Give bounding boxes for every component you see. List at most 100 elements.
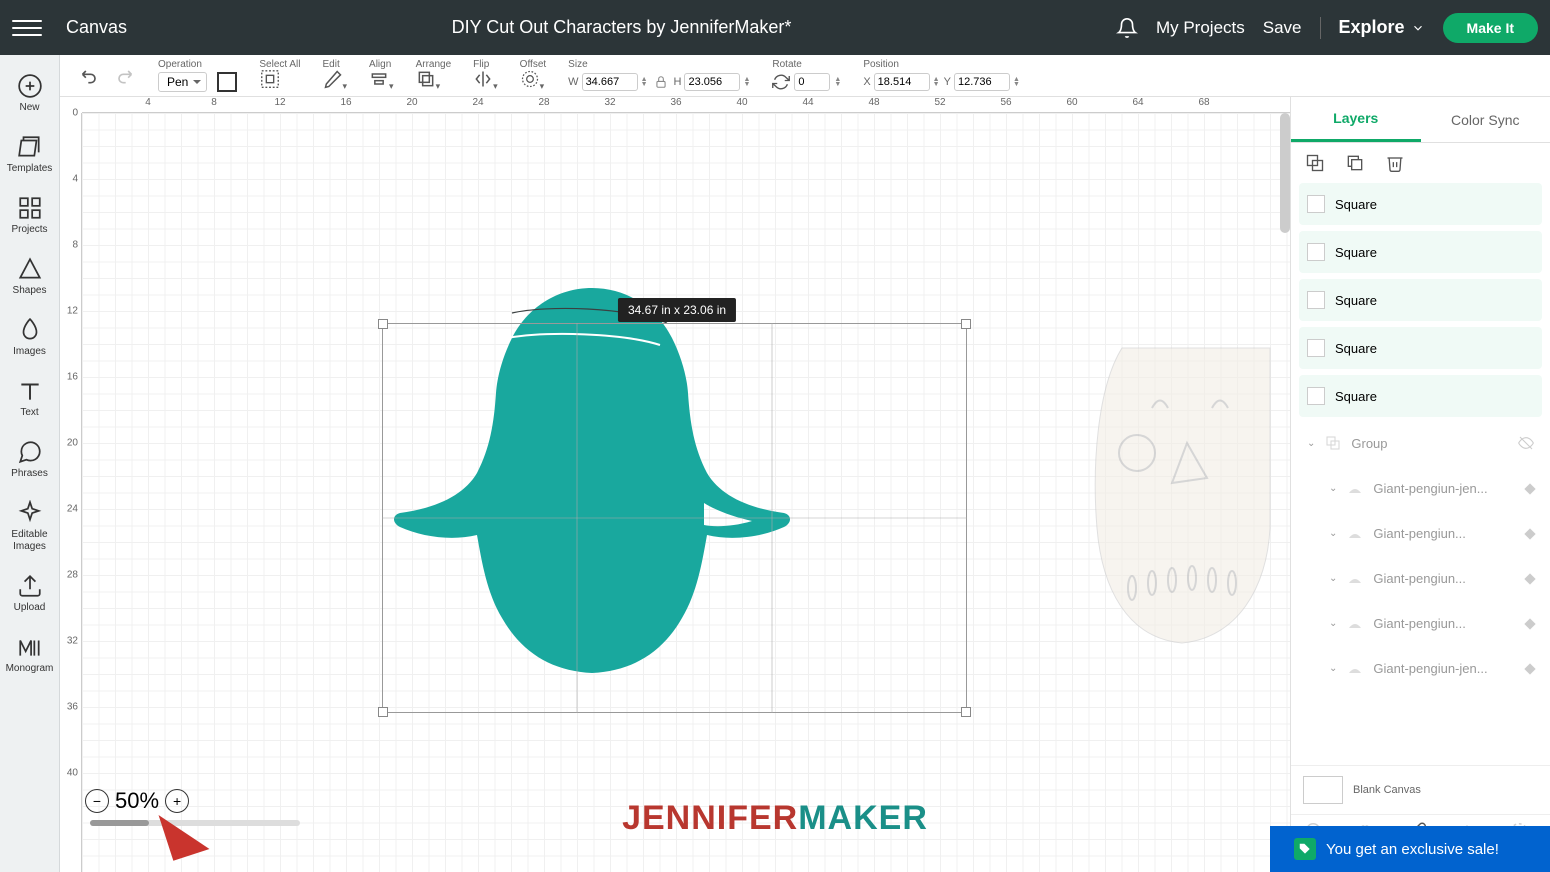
- sidebar-new[interactable]: New: [0, 63, 59, 124]
- align-group: Align ▾: [359, 55, 404, 96]
- layer-name: Square: [1335, 341, 1534, 356]
- flip-dropdown[interactable]: ▾: [473, 69, 498, 94]
- layer-item-square[interactable]: Square: [1299, 327, 1542, 369]
- rotate-input[interactable]: [794, 73, 830, 91]
- layer-swatch: [1307, 387, 1325, 405]
- watermark-first: JENNIFER: [622, 799, 798, 837]
- x-stepper[interactable]: ▲▼: [933, 77, 940, 87]
- sidebar-projects[interactable]: Projects: [0, 185, 59, 246]
- promo-banner[interactable]: You get an exclusive sale!: [1270, 826, 1550, 872]
- canvas-area[interactable]: 48121620242832364044485256606468 0481216…: [60, 97, 1290, 872]
- visibility-icon[interactable]: [1518, 435, 1534, 451]
- selection-grid: [382, 323, 967, 713]
- chevron-icon[interactable]: ⌄: [1329, 528, 1337, 539]
- sidebar-templates[interactable]: Templates: [0, 124, 59, 185]
- blank-canvas-row[interactable]: Blank Canvas: [1291, 765, 1550, 814]
- chevron-icon[interactable]: ⌄: [1329, 663, 1337, 674]
- blank-canvas-swatch[interactable]: [1303, 776, 1343, 804]
- notifications-icon[interactable]: [1116, 17, 1138, 39]
- layer-item-child[interactable]: ⌄ Giant-pengiun...: [1299, 604, 1542, 643]
- blank-canvas-label: Blank Canvas: [1353, 784, 1421, 796]
- sidebar-shapes[interactable]: Shapes: [0, 246, 59, 307]
- tab-color-sync[interactable]: Color Sync: [1421, 97, 1550, 142]
- chevron-icon[interactable]: ⌄: [1329, 573, 1337, 584]
- layer-name: Giant-pengiun...: [1373, 616, 1516, 631]
- layer-item-child[interactable]: ⌄Giant-pengiun-jen...: [1299, 469, 1542, 508]
- edit-dropdown[interactable]: ▾: [323, 69, 348, 94]
- canvas-title: Canvas: [66, 17, 127, 38]
- chevron-down-icon[interactable]: ⌄: [1307, 438, 1315, 449]
- layer-name: Square: [1335, 293, 1534, 308]
- layer-item-child[interactable]: ⌄ Giant-pengiun...: [1299, 514, 1542, 553]
- sidebar-phrases[interactable]: Phrases: [0, 429, 59, 490]
- delete-icon[interactable]: [1385, 153, 1405, 173]
- arrange-dropdown[interactable]: ▾: [416, 69, 441, 94]
- make-it-button[interactable]: Make It: [1443, 13, 1538, 43]
- sidebar-editable-images[interactable]: Editable Images: [0, 490, 59, 563]
- chevron-icon[interactable]: ⌄: [1329, 618, 1337, 629]
- panel-tabs: Layers Color Sync: [1291, 97, 1550, 143]
- width-stepper[interactable]: ▲▼: [641, 77, 648, 87]
- undo-button[interactable]: [76, 62, 104, 90]
- operation-label: Operation: [158, 59, 202, 70]
- operation-group: Operation Pen: [148, 55, 247, 96]
- layer-name: Square: [1335, 197, 1534, 212]
- layer-item-square[interactable]: Square: [1299, 183, 1542, 225]
- color-swatch[interactable]: [217, 72, 237, 92]
- sidebar-upload[interactable]: Upload: [0, 563, 59, 624]
- monogram-icon: [17, 634, 43, 660]
- zoom-out-button[interactable]: −: [85, 789, 109, 813]
- project-title[interactable]: DIY Cut Out Characters by JenniferMaker*: [127, 17, 1116, 38]
- plus-circle-icon: [17, 73, 43, 99]
- select-all-button[interactable]: [259, 68, 281, 95]
- save-button[interactable]: Save: [1263, 18, 1302, 38]
- width-input[interactable]: [582, 73, 638, 91]
- shape-thumb-icon: [1347, 573, 1363, 585]
- layer-marker: [1524, 663, 1535, 674]
- height-input[interactable]: [684, 73, 740, 91]
- rotate-stepper[interactable]: ▲▼: [834, 77, 841, 87]
- sidebar-text-label: Text: [20, 407, 38, 419]
- sidebar-editable-label: Editable Images: [11, 529, 47, 553]
- upload-icon: [17, 573, 43, 599]
- select-all-group: Select All: [249, 55, 310, 96]
- lock-icon[interactable]: [654, 75, 668, 89]
- menu-button[interactable]: [12, 13, 42, 43]
- my-projects-link[interactable]: My Projects: [1156, 18, 1245, 38]
- offset-dropdown[interactable]: ▾: [520, 69, 545, 94]
- layer-item-square[interactable]: Square: [1299, 231, 1542, 273]
- operation-value: Pen: [167, 75, 188, 89]
- shape-thumb-icon: [1347, 528, 1363, 540]
- shapes-icon: [17, 256, 43, 282]
- tab-layers[interactable]: Layers: [1291, 97, 1421, 142]
- scrollbar-vertical[interactable]: [1280, 113, 1290, 233]
- sidebar-images[interactable]: Images: [0, 307, 59, 368]
- layer-item-group[interactable]: ⌄Group: [1299, 423, 1542, 463]
- layer-item-square[interactable]: Square: [1299, 375, 1542, 417]
- rotate-group: Rotate ▲▼: [762, 55, 851, 96]
- layer-item-square[interactable]: Square: [1299, 279, 1542, 321]
- layers-panel: Layers Color Sync Square Square Square Squa…: [1290, 97, 1550, 872]
- group-icon[interactable]: [1305, 153, 1325, 173]
- layer-name: Giant-pengiun-jen...: [1373, 661, 1516, 676]
- redo-button[interactable]: [110, 62, 138, 90]
- x-input[interactable]: [874, 73, 930, 91]
- layer-name: Giant-pengiun...: [1373, 526, 1516, 541]
- y-input[interactable]: [954, 73, 1010, 91]
- canvas-grid[interactable]: 34.67 in x 23.06 in: [82, 113, 1290, 872]
- layer-item-child[interactable]: ⌄Giant-pengiun...: [1299, 559, 1542, 598]
- duplicate-icon[interactable]: [1345, 153, 1365, 173]
- y-stepper[interactable]: ▲▼: [1013, 77, 1020, 87]
- align-dropdown[interactable]: ▾: [369, 69, 394, 94]
- secondary-shape[interactable]: [1092, 338, 1272, 648]
- rotate-icon[interactable]: [772, 73, 790, 91]
- sidebar-monogram[interactable]: Monogram: [0, 624, 59, 685]
- chevron-icon[interactable]: ⌄: [1329, 483, 1337, 494]
- operation-select[interactable]: Pen: [158, 72, 207, 92]
- layer-item-child[interactable]: ⌄ Giant-pengiun-jen...: [1299, 649, 1542, 688]
- layer-list[interactable]: SquareSquareSquareSquareSquare⌄Group⌄Gia…: [1291, 183, 1550, 765]
- flip-label: Flip: [473, 59, 489, 70]
- height-stepper[interactable]: ▲▼: [743, 77, 750, 87]
- sidebar-text[interactable]: Text: [0, 368, 59, 429]
- explore-dropdown[interactable]: Explore: [1339, 17, 1425, 38]
